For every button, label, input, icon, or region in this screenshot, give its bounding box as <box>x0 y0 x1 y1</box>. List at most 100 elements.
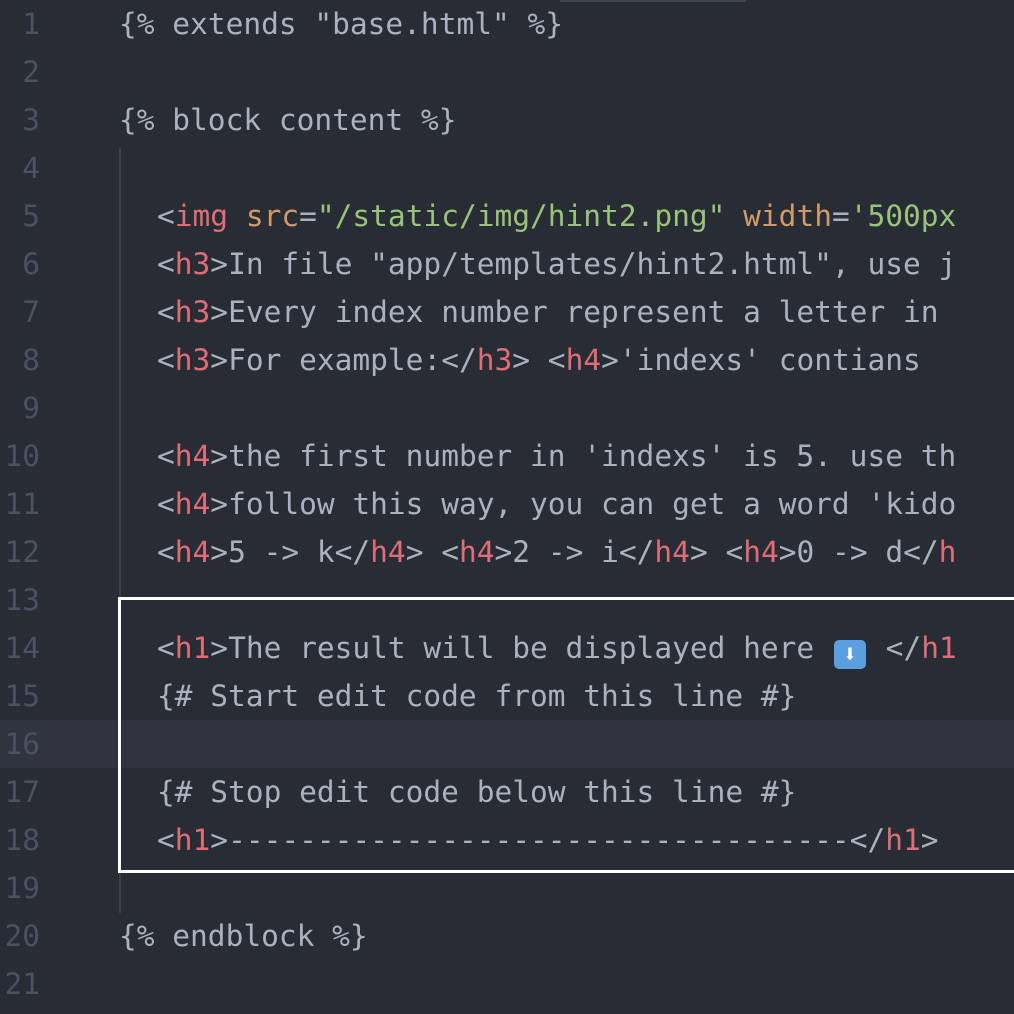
code-token: h4 <box>654 535 690 569</box>
line-number: 1 <box>22 7 40 41</box>
line-number: 11 <box>4 487 40 521</box>
line-number: 8 <box>22 343 40 377</box>
code-token: src <box>245 199 300 233</box>
line-number: 10 <box>4 439 40 473</box>
line-number: 3 <box>22 103 40 137</box>
code-token: < <box>157 343 175 377</box>
code-line-9[interactable]: 9 <box>0 384 1014 432</box>
code-token: 2 -> i <box>512 535 619 569</box>
line-number: 12 <box>4 535 40 569</box>
code-text[interactable]: {% block content %} <box>119 96 456 144</box>
code-token: h4 <box>174 487 211 521</box>
code-text[interactable]: <h3>In file "app/templates/hint2.html", … <box>157 240 956 288</box>
line-number: 9 <box>22 391 40 425</box>
code-token: In file "app/templates/hint2.html", use … <box>228 247 957 281</box>
code-token: </ <box>441 343 477 377</box>
code-token: < <box>157 247 175 281</box>
code-token: h3 <box>174 343 211 377</box>
line-number: 15 <box>4 679 40 713</box>
line-number: 13 <box>4 583 40 617</box>
code-line-20[interactable]: 20 {% endblock %} <box>0 912 1014 960</box>
code-token: > <box>210 247 229 281</box>
line-number: 14 <box>4 631 40 665</box>
line-number: 7 <box>22 295 40 329</box>
code-token: 'indexs' contians <box>618 343 939 377</box>
code-token: width <box>743 199 832 233</box>
code-token: > <box>210 535 229 569</box>
line-number: 5 <box>22 199 40 233</box>
code-text[interactable]: {% extends "base.html" %} <box>119 0 563 48</box>
code-token: = <box>299 199 317 233</box>
code-line-6[interactable]: 6 <h3>In file "app/templates/hint2.html",… <box>0 240 1014 288</box>
code-token: h4 <box>174 535 211 569</box>
code-line-1[interactable]: 1 {% extends "base.html" %} <box>0 0 1014 48</box>
code-token: "/static/img/hint2.png" <box>316 199 726 233</box>
code-token: {% extends "base.html" %} <box>119 7 564 41</box>
code-token: < <box>157 199 175 233</box>
code-token: > <box>601 343 619 377</box>
code-token: h3 <box>174 247 211 281</box>
code-text[interactable]: <img src="/static/img/hint2.png" width='… <box>157 192 956 240</box>
code-token: h4 <box>565 343 602 377</box>
code-line-7[interactable]: 7 <h3>Every index number represent a lett… <box>0 288 1014 336</box>
code-line-12[interactable]: 12 <h4>5 -> k</h4> <h4>2 -> i</h4> <h4>0 … <box>0 528 1014 576</box>
code-token: the first number in 'indexs' is 5. use t… <box>228 439 957 473</box>
code-line-3[interactable]: 3 {% block content %} <box>0 96 1014 144</box>
line-number: 21 <box>4 967 40 1001</box>
code-token: 5 -> k <box>228 535 335 569</box>
code-token: follow this way, you can get a word 'kid… <box>228 487 957 521</box>
code-token: < <box>725 535 744 569</box>
code-text[interactable]: <h4>5 -> k</h4> <h4>2 -> i</h4> <h4>0 ->… <box>157 528 956 576</box>
code-line-21[interactable]: 21 <box>0 960 1014 1008</box>
highlighted-edit-region <box>118 597 1014 873</box>
code-token: > <box>210 439 229 473</box>
code-editor[interactable]: 1 {% extends "base.html" %} 2 3 {% block con… <box>0 0 1014 1014</box>
code-text[interactable]: <h4>the first number in 'indexs' is 5. u… <box>157 432 956 480</box>
code-token: < <box>547 343 566 377</box>
code-token: > <box>210 487 229 521</box>
code-line-5[interactable]: 5 <img src="/static/img/hint2.png" width=… <box>0 192 1014 240</box>
code-token: > <box>778 535 797 569</box>
code-token: h4 <box>174 439 211 473</box>
line-number: 2 <box>22 55 40 89</box>
code-line-4[interactable]: 4 <box>0 144 1014 192</box>
code-token: h3 <box>476 343 513 377</box>
code-line-11[interactable]: 11 <h4>follow this way, you can get a wor… <box>0 480 1014 528</box>
code-token: > <box>210 343 229 377</box>
line-number: 20 <box>4 919 40 953</box>
code-text[interactable]: <h4>follow this way, you can get a word … <box>157 480 956 528</box>
code-token: h <box>938 535 957 569</box>
code-token: h4 <box>459 535 495 569</box>
code-token: {% endblock %} <box>119 919 368 953</box>
code-text[interactable]: {% endblock %} <box>119 912 368 960</box>
code-token: h4 <box>743 535 779 569</box>
code-token: h3 <box>174 295 211 329</box>
code-token: < <box>157 535 175 569</box>
code-token: > <box>210 295 229 329</box>
line-number: 18 <box>4 823 40 857</box>
code-text[interactable]: <h3>For example:</h3> <h4>'indexs' conti… <box>157 336 939 384</box>
code-token: > <box>405 535 424 569</box>
code-token: > <box>689 535 708 569</box>
code-line-10[interactable]: 10 <h4>the first number in 'indexs' is 5.… <box>0 432 1014 480</box>
code-token: = <box>831 199 850 233</box>
code-token: </ <box>618 535 655 569</box>
code-token: </ <box>334 535 371 569</box>
code-token: For example: <box>228 343 442 377</box>
code-token: '500px <box>849 199 957 233</box>
code-text[interactable]: <h3>Every index number represent a lette… <box>157 288 956 336</box>
code-token: < <box>441 535 459 569</box>
code-token: 0 -> d <box>796 535 904 569</box>
code-line-2[interactable]: 2 <box>0 48 1014 96</box>
code-token: > <box>512 343 531 377</box>
code-line-8[interactable]: 8 <h3>For example:</h3> <h4>'indexs' cont… <box>0 336 1014 384</box>
code-token: </ <box>903 535 939 569</box>
code-token: < <box>157 295 175 329</box>
code-token: {% block content %} <box>119 103 457 137</box>
code-token: h4 <box>370 535 406 569</box>
